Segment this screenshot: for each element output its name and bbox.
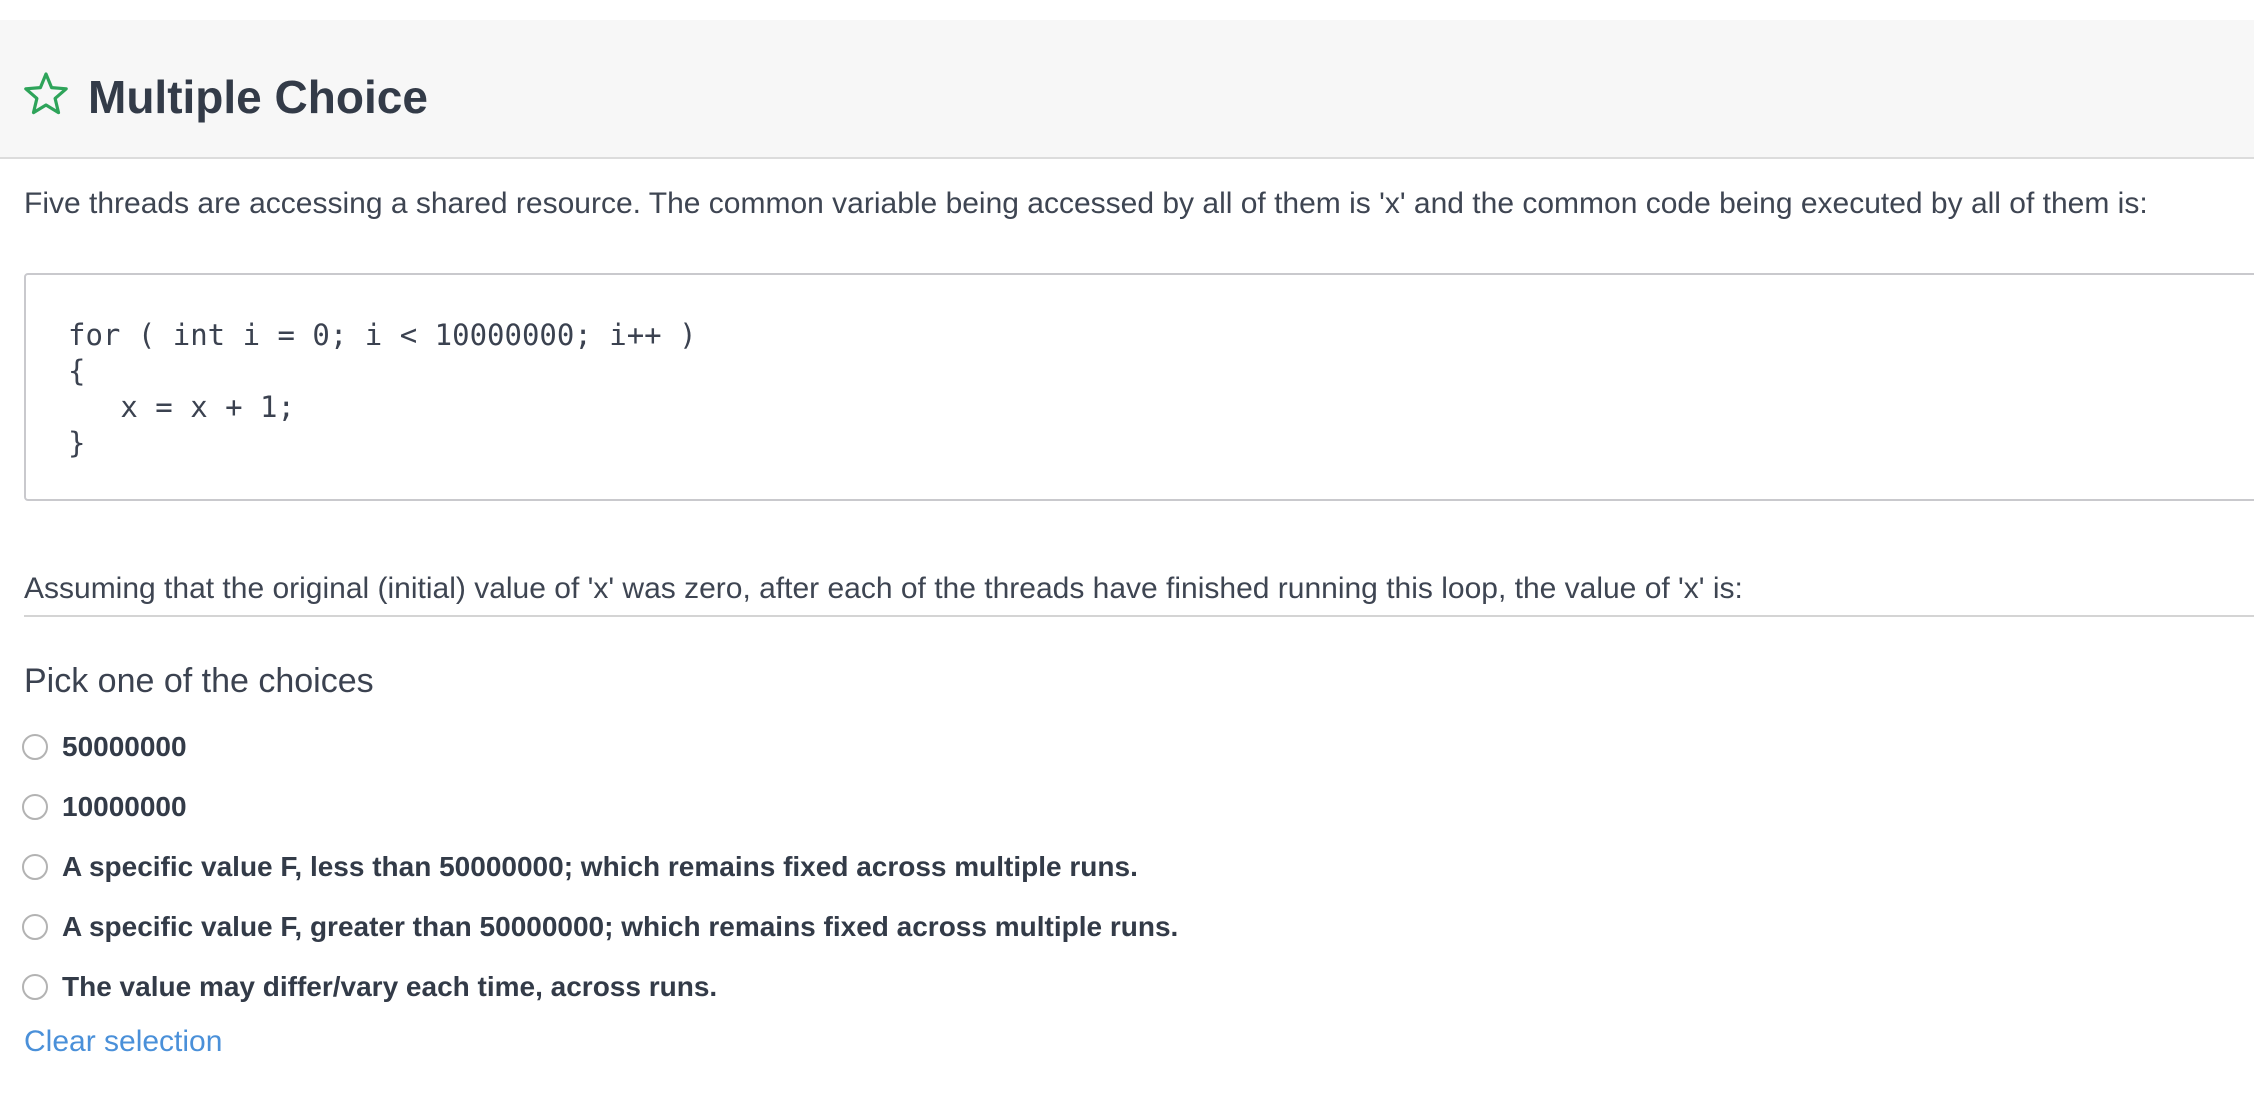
question-intro-text: Five threads are accessing a shared reso… [24, 187, 2148, 220]
code-block: for ( int i = 0; i < 10000000; i++ ) { x… [24, 273, 2254, 501]
radio-button[interactable] [22, 794, 48, 820]
choice-label[interactable]: A specific value F, less than 50000000; … [62, 851, 1138, 883]
divider [24, 615, 2254, 617]
choice-option-2[interactable]: 10000000 [22, 787, 187, 827]
page-title: Multiple Choice [88, 71, 428, 123]
question-header: Multiple Choice [0, 20, 2254, 159]
code-snippet: for ( int i = 0; i < 10000000; i++ ) { x… [68, 318, 697, 460]
clear-selection-link[interactable]: Clear selection [24, 1024, 222, 1060]
choice-label[interactable]: 50000000 [62, 731, 187, 763]
choice-label[interactable]: The value may differ/vary each time, acr… [62, 971, 717, 1003]
choice-option-3[interactable]: A specific value F, less than 50000000; … [22, 847, 1138, 887]
choice-label[interactable]: A specific value F, greater than 5000000… [62, 911, 1178, 943]
choice-label[interactable]: 10000000 [62, 791, 187, 823]
radio-button[interactable] [22, 854, 48, 880]
choice-option-4[interactable]: A specific value F, greater than 5000000… [22, 907, 1178, 947]
choice-option-1[interactable]: 50000000 [22, 727, 187, 767]
star-icon[interactable] [22, 70, 70, 118]
radio-button[interactable] [22, 974, 48, 1000]
choices-heading: Pick one of the choices [24, 662, 374, 700]
radio-button[interactable] [22, 914, 48, 940]
radio-button[interactable] [22, 734, 48, 760]
question-followup-text: Assuming that the original (initial) val… [24, 572, 1743, 605]
choice-option-5[interactable]: The value may differ/vary each time, acr… [22, 967, 717, 1007]
